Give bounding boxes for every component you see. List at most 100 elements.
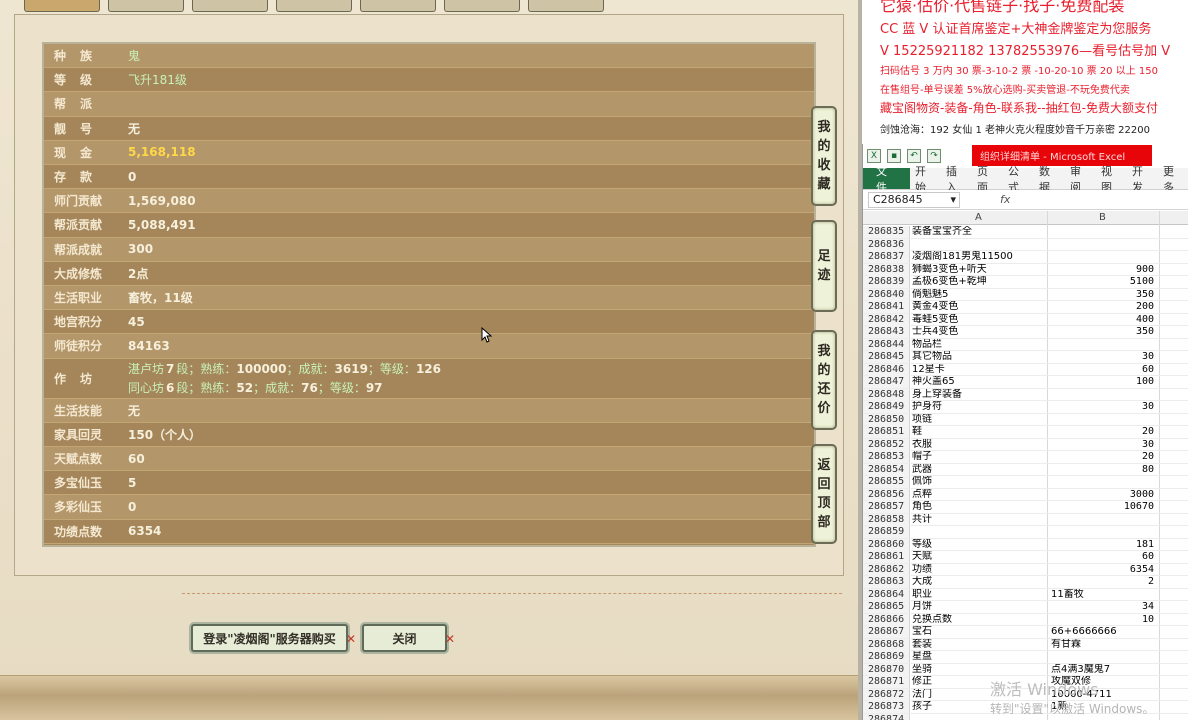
row-number[interactable]: 286842 <box>868 313 908 326</box>
cell-a[interactable]: 毒蛙5变色 <box>912 314 1048 326</box>
table-row[interactable]: 286851 鞋 20 <box>863 426 1188 439</box>
row-number[interactable]: 286852 <box>868 438 908 451</box>
row-number[interactable]: 286837 <box>868 251 908 263</box>
row-number[interactable]: 286845 <box>868 351 908 363</box>
cell-a[interactable]: 衣服 <box>912 439 1048 451</box>
buy-on-server-button[interactable]: 登录"凌烟阁"服务器购买 ✕ <box>191 624 356 652</box>
ribbon-tab[interactable]: 视图 <box>1096 165 1127 194</box>
save-icon[interactable]: ▪ <box>887 149 901 163</box>
table-row[interactable]: 286860 等级 181 <box>863 538 1188 551</box>
cell-a[interactable]: 帽子 <box>912 451 1048 463</box>
cell-a[interactable]: 12星卡 <box>912 364 1048 376</box>
cell-b[interactable]: 11畜牧 <box>1049 589 1158 601</box>
table-row[interactable]: 286867 宝石 66+6666666 <box>863 626 1188 639</box>
row-number[interactable]: 286865 <box>868 601 908 613</box>
cell-a[interactable]: 护身符 <box>912 401 1048 413</box>
ribbon-tab[interactable]: 插入 <box>941 165 972 194</box>
row-number[interactable]: 286862 <box>868 563 908 576</box>
cell-a[interactable]: 其它物品 <box>912 351 1048 363</box>
table-row[interactable]: 286857 角色 10670 <box>863 501 1188 514</box>
table-row[interactable]: 286852 衣服 30 <box>863 438 1188 451</box>
cell-a[interactable]: 宝石 <box>912 626 1048 638</box>
my-offer-button[interactable]: 我的还价 <box>811 330 837 430</box>
cell-b[interactable]: 350 <box>1049 326 1158 338</box>
cell-a[interactable]: 职业 <box>912 589 1048 601</box>
cell-a[interactable]: 身上穿装备 <box>912 389 1048 401</box>
cell-a[interactable]: 狮蝎3变色+听天 <box>912 264 1048 276</box>
row-number[interactable]: 286874 <box>868 713 908 720</box>
table-row[interactable]: 286840 倘魁魅5 350 <box>863 288 1188 301</box>
row-number[interactable]: 286851 <box>868 426 908 438</box>
row-number[interactable]: 286839 <box>868 276 908 288</box>
table-row[interactable]: 286853 帽子 20 <box>863 451 1188 464</box>
row-number[interactable]: 286867 <box>868 626 908 638</box>
table-row[interactable]: 286854 武器 80 <box>863 463 1188 476</box>
row-number[interactable]: 286843 <box>868 326 908 338</box>
table-row[interactable]: 286850 项链 <box>863 413 1188 426</box>
cell-a[interactable]: 月饼 <box>912 601 1048 613</box>
table-row[interactable]: 286835 装备宝宝齐全 <box>863 226 1188 239</box>
ribbon-tab[interactable]: 公式 <box>1003 165 1034 194</box>
cell-a[interactable]: 孟极6变色+乾坤 <box>912 276 1048 288</box>
cell-a[interactable]: 大成 <box>912 576 1048 588</box>
ribbon-tab[interactable]: 更多 <box>1158 165 1188 194</box>
row-number[interactable]: 286870 <box>868 663 908 676</box>
row-number[interactable]: 286858 <box>868 513 908 526</box>
cell-b[interactable]: 10670 <box>1049 501 1158 513</box>
cell-b[interactable]: 66+6666666 <box>1049 626 1158 638</box>
cell-b[interactable]: 60 <box>1049 551 1158 563</box>
row-number[interactable]: 286869 <box>868 651 908 663</box>
cell-a[interactable]: 装备宝宝齐全 <box>912 226 1048 238</box>
tab-children[interactable] <box>444 0 520 12</box>
table-row[interactable]: 286862 功绩 6354 <box>863 563 1188 576</box>
cell-a[interactable]: 等级 <box>912 539 1048 551</box>
cell-b[interactable]: 60 <box>1049 364 1158 376</box>
cell-a[interactable]: 坐骑 <box>912 664 1048 676</box>
row-number[interactable]: 286866 <box>868 613 908 626</box>
table-row[interactable]: 286847 神火盖65 100 <box>863 376 1188 389</box>
redo-icon[interactable]: ↷ <box>927 149 941 163</box>
close-button[interactable]: 关闭 ✕ <box>362 624 455 652</box>
table-row[interactable]: 286842 毒蛙5变色 400 <box>863 313 1188 326</box>
row-number[interactable]: 286871 <box>868 676 908 688</box>
row-number[interactable]: 286855 <box>868 476 908 488</box>
column-header-a[interactable]: A <box>975 212 982 223</box>
table-row[interactable]: 286848 身上穿装备 <box>863 388 1188 401</box>
table-row[interactable]: 286844 物品栏 <box>863 338 1188 351</box>
row-number[interactable]: 286861 <box>868 551 908 563</box>
tab-attributes[interactable] <box>108 0 184 12</box>
cell-a[interactable]: 士兵4变色 <box>912 326 1048 338</box>
cell-b[interactable]: 30 <box>1049 351 1158 363</box>
table-row[interactable]: 286859 <box>863 526 1188 539</box>
row-number[interactable]: 286857 <box>868 501 908 513</box>
ribbon-tab[interactable]: 文件 <box>863 165 910 194</box>
table-row[interactable]: 286841 黄金4变色 200 <box>863 301 1188 314</box>
table-row[interactable]: 286837 凌烟阁181男鬼11500 <box>863 251 1188 264</box>
undo-icon[interactable]: ↶ <box>907 149 921 163</box>
function-icon[interactable]: fx <box>1000 193 1010 206</box>
row-number[interactable]: 286844 <box>868 338 908 351</box>
ribbon-tab[interactable]: 数据 <box>1034 165 1065 194</box>
cell-a[interactable]: 功绩 <box>912 564 1048 576</box>
cell-a[interactable]: 武器 <box>912 464 1048 476</box>
table-row[interactable]: 286865 月饼 34 <box>863 601 1188 614</box>
cell-a[interactable]: 套装 <box>912 639 1048 651</box>
tab-equipment[interactable] <box>192 0 268 12</box>
table-row[interactable]: 286843 士兵4变色 350 <box>863 326 1188 339</box>
cell-b[interactable]: 80 <box>1049 464 1158 476</box>
cell-b[interactable]: 200 <box>1049 301 1158 313</box>
table-row[interactable]: 286838 狮蝎3变色+听天 900 <box>863 263 1188 276</box>
table-row[interactable]: 286845 其它物品 30 <box>863 351 1188 364</box>
row-number[interactable]: 286860 <box>868 538 908 551</box>
cell-a[interactable]: 共计 <box>912 514 1048 526</box>
footprint-button[interactable]: 足迹 <box>811 220 837 312</box>
table-row[interactable]: 286839 孟极6变色+乾坤 5100 <box>863 276 1188 289</box>
column-header-b[interactable]: B <box>1099 212 1106 223</box>
ribbon-tab[interactable]: 页面 <box>972 165 1003 194</box>
my-favorites-button[interactable]: 我的收藏 <box>811 106 837 206</box>
row-number[interactable]: 286838 <box>868 263 908 276</box>
row-number[interactable]: 286853 <box>868 451 908 463</box>
cell-b[interactable]: 6354 <box>1049 564 1158 576</box>
table-row[interactable]: 286836 <box>863 238 1188 251</box>
row-number[interactable]: 286841 <box>868 301 908 313</box>
